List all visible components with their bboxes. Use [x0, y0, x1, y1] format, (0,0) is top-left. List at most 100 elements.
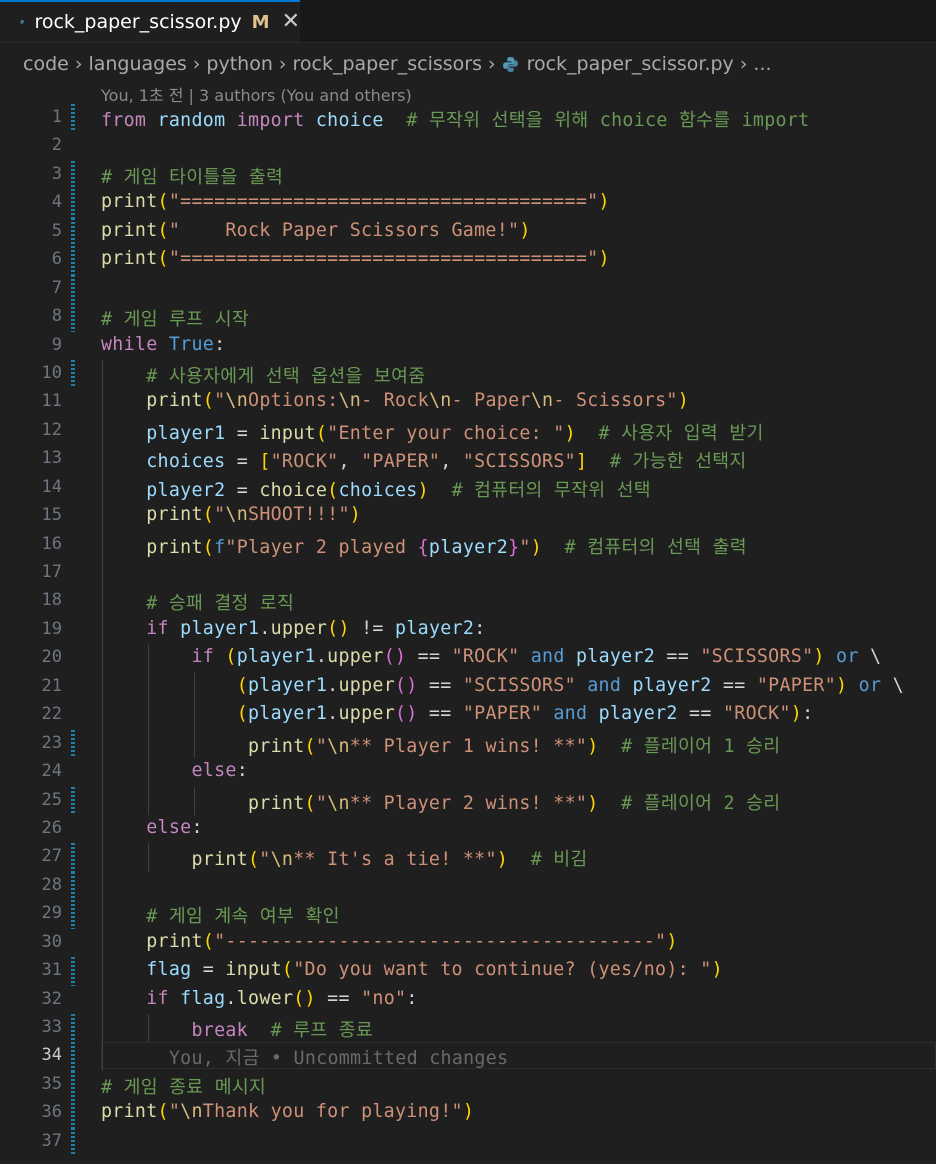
modified-gutter-marker[interactable] [71, 160, 75, 190]
gutter [71, 332, 75, 360]
code-line[interactable]: 5 print(" Rock Paper Scissors Game!") [0, 217, 936, 247]
close-icon[interactable]: ✕ [282, 11, 300, 33]
code-line[interactable]: 33 break # 루프 종료 [0, 1014, 936, 1043]
breadcrumb-item-languages[interactable]: languages [88, 53, 186, 75]
code-line[interactable]: 32 if flag.lower() == "no": [0, 985, 936, 1014]
editor-tab[interactable]: rock_paper_scissor.py M ✕ [0, 0, 300, 42]
code-line[interactable]: 26 else: [0, 814, 936, 844]
code-token: "Player 2 played [225, 536, 418, 558]
code-token: = [225, 422, 260, 444]
code-line[interactable]: 30 print("------------------------------… [0, 928, 936, 958]
line-number: 7 [51, 277, 62, 298]
code-token: print [146, 930, 203, 952]
code-line[interactable]: 16 print(f"Player 2 played {player2}") #… [0, 530, 936, 559]
modified-gutter-marker[interactable] [71, 871, 75, 901]
code-line[interactable]: 10 # 사용자에게 선택 옵션을 보여줌 [0, 359, 936, 389]
code-line[interactable]: 3 # 게임 타이틀을 출력 [0, 160, 936, 190]
modified-gutter-marker[interactable] [71, 786, 75, 815]
code-token: " [519, 536, 531, 558]
code-line[interactable]: 15 print("\nSHOOT!!!") [0, 502, 936, 531]
gutter [71, 445, 75, 473]
code-token: ] [575, 451, 588, 473]
code-line[interactable]: 31 flag = input("Do you want to continue… [0, 957, 936, 986]
code-line[interactable]: 25 print("\n** Player 2 wins! **") # 플레이… [0, 786, 936, 815]
code-text: flag = input("Do you want to continue? (… [101, 959, 723, 980]
blame-codelens[interactable]: You, 1초 전 | 3 authors (You and others) [101, 82, 412, 106]
code-line[interactable]: 2 [0, 132, 936, 160]
code-line[interactable]: 23 print("\n** Player 1 wins! **") # 플레이… [0, 729, 936, 759]
breadcrumb-item-folder[interactable]: rock_paper_scissors [292, 53, 482, 75]
inline-blame: You, 지금 • Uncommitted changes [168, 1048, 509, 1070]
code-line[interactable]: 18 # 승패 결정 로직 [0, 587, 936, 616]
code-line[interactable]: 34 You, 지금 • Uncommitted changes [0, 1042, 936, 1071]
modified-gutter-marker[interactable] [71, 104, 75, 133]
code-line[interactable]: 7 [0, 274, 936, 304]
code-token: ( [225, 646, 237, 668]
code-line[interactable]: 22 (player1.upper() == "PAPER" and playe… [0, 701, 936, 730]
modified-gutter-marker[interactable] [71, 303, 75, 332]
code-token: print [247, 735, 305, 757]
code-token: # 게임 종료 메시지 [101, 1076, 267, 1098]
code-line[interactable]: 19 if player1.upper() != player2: [0, 615, 936, 645]
code-token: ) [530, 536, 543, 558]
code-line[interactable]: 21 (player1.upper() == "SCISSORS" and pl… [0, 672, 936, 702]
modified-gutter-marker[interactable] [71, 1014, 75, 1043]
modified-gutter-marker[interactable] [71, 359, 75, 389]
line-number: 27 [41, 846, 62, 867]
code-line[interactable]: 14 player2 = choice(choices) # 컴퓨터의 무작위 … [0, 473, 936, 503]
modified-gutter-marker[interactable] [71, 1127, 75, 1157]
code-text: break # 루프 종료 [101, 1016, 373, 1042]
code-line[interactable]: 1 from random import choice # 무작위 선택을 위해 … [0, 104, 936, 133]
code-line[interactable]: 27 print("\n** It's a tie! **") # 비김 [0, 843, 936, 872]
modified-gutter-marker[interactable] [71, 957, 75, 986]
modified-gutter-marker[interactable] [71, 900, 75, 929]
modified-gutter-marker[interactable] [71, 246, 75, 275]
code-line[interactable]: 11 print("\nOptions:\n- Rock\n- Paper\n-… [0, 388, 936, 417]
breadcrumb-item-more[interactable]: ... [753, 53, 771, 75]
code-line[interactable]: 17 [0, 559, 936, 588]
modified-gutter-marker[interactable] [71, 217, 75, 247]
code-token: ) [790, 703, 803, 725]
code-line[interactable]: 28 [0, 871, 936, 901]
code-line[interactable]: 12 player1 = input("Enter your choice: "… [0, 416, 936, 446]
code-token: flag [146, 959, 192, 981]
breadcrumb-item-code[interactable]: code [23, 53, 69, 75]
code-line[interactable]: 37 [0, 1127, 936, 1157]
gutter [71, 559, 75, 587]
code-line[interactable]: 20 if (player1.upper() == "ROCK" and pla… [0, 644, 936, 673]
breadcrumb-item-python[interactable]: python [206, 53, 272, 75]
code-line[interactable]: 35 # 게임 종료 메시지 [0, 1070, 936, 1100]
modified-gutter-marker[interactable] [71, 1099, 75, 1128]
code-line[interactable]: 36 print("\nThank you for playing!") [0, 1099, 936, 1128]
modified-gutter-marker[interactable] [71, 1042, 75, 1071]
code-editor[interactable]: 1 from random import choice # 무작위 선택을 위해 … [0, 104, 936, 1157]
code-token: . [315, 646, 328, 668]
code-line[interactable]: 13 choices = ["ROCK", "PAPER", "SCISSORS… [0, 445, 936, 474]
code-line[interactable]: 24 else: [0, 758, 936, 787]
line-number: 22 [41, 704, 62, 725]
code-line[interactable]: 8 # 게임 루프 시작 [0, 303, 936, 332]
modified-gutter-marker[interactable] [71, 189, 75, 218]
line-number: 6 [51, 249, 62, 270]
modified-gutter-marker[interactable] [71, 843, 75, 872]
modified-gutter-marker[interactable] [71, 274, 75, 304]
line-number: 25 [41, 789, 62, 810]
code-line[interactable]: 9 while True: [0, 332, 936, 360]
line-number: 2 [51, 135, 62, 156]
code-token: # 게임 루프 시작 [101, 309, 249, 331]
modified-gutter-marker[interactable] [71, 1070, 75, 1100]
code-token: ) [349, 504, 362, 526]
modified-gutter-marker[interactable] [71, 729, 75, 759]
line-number: 1 [51, 107, 62, 127]
code-line[interactable]: 29 # 게임 계속 여부 확인 [0, 900, 936, 929]
code-token: = [225, 451, 260, 473]
code-line[interactable]: 6 print("================================… [0, 246, 936, 275]
breadcrumb-item-file[interactable]: rock_paper_scissor.py [527, 53, 734, 75]
code-line[interactable]: 4 print("================================… [0, 189, 936, 218]
